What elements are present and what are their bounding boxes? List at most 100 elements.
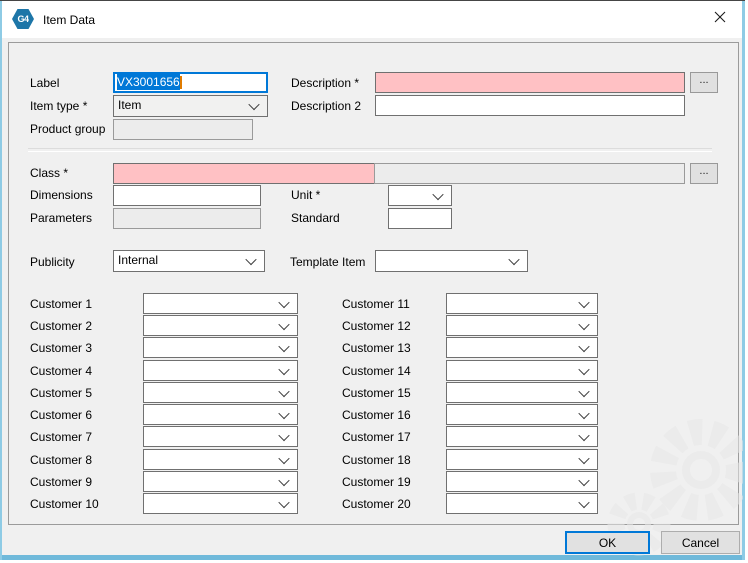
publicity-field-label: Publicity: [30, 255, 75, 269]
item-type-field-label: Item type *: [30, 99, 87, 113]
customer-11-select[interactable]: [446, 293, 598, 314]
customer-14-label: Customer 14: [342, 364, 411, 378]
description-input[interactable]: [375, 72, 685, 93]
customer-5-select[interactable]: [143, 382, 298, 403]
customer-19-label: Customer 19: [342, 475, 411, 489]
customer-10-label: Customer 10: [30, 497, 99, 511]
customer-18-label: Customer 18: [342, 453, 411, 467]
customer-11-label: Customer 11: [342, 297, 410, 311]
close-button[interactable]: [697, 1, 742, 32]
customer-16-label: Customer 16: [342, 408, 411, 422]
customer-19-select[interactable]: [446, 471, 598, 492]
unit-select[interactable]: [388, 185, 452, 206]
chevron-down-icon: [278, 296, 289, 307]
chevron-down-icon: [578, 385, 589, 396]
chevron-down-icon: [432, 188, 443, 199]
description2-field-label: Description 2: [291, 99, 361, 113]
customer-4-label: Customer 4: [30, 364, 92, 378]
customer-20-select[interactable]: [446, 493, 598, 514]
class-browse-button[interactable]: ...: [690, 163, 718, 184]
customer-1-label: Customer 1: [30, 297, 92, 311]
chevron-down-icon: [278, 363, 289, 374]
customer-15-select[interactable]: [446, 382, 598, 403]
window-title: Item Data: [43, 13, 95, 27]
customer-15-label: Customer 15: [342, 386, 411, 400]
customer-7-label: Customer 7: [30, 430, 92, 444]
customer-13-select[interactable]: [446, 337, 598, 358]
chevron-down-icon: [278, 385, 289, 396]
chevron-down-icon: [578, 474, 589, 485]
label-field-label: Label: [30, 76, 59, 90]
ok-button[interactable]: OK: [565, 531, 650, 554]
chevron-down-icon: [578, 363, 589, 374]
standard-field-label: Standard: [291, 211, 340, 225]
chevron-down-icon: [278, 452, 289, 463]
publicity-value: Internal: [118, 253, 158, 267]
template-item-field-label: Template Item: [290, 255, 365, 269]
customer-6-label: Customer 6: [30, 408, 92, 422]
customer-9-label: Customer 9: [30, 475, 92, 489]
chevron-down-icon: [248, 99, 259, 110]
customer-8-select[interactable]: [143, 449, 298, 470]
chevron-down-icon: [245, 254, 256, 265]
customer-5-label: Customer 5: [30, 386, 92, 400]
parameters-input: [113, 208, 261, 229]
description-browse-button[interactable]: ...: [690, 72, 718, 93]
chevron-down-icon: [578, 407, 589, 418]
chevron-down-icon: [578, 340, 589, 351]
title-bar: G4 Item Data: [2, 1, 742, 38]
item-type-value: Item: [118, 98, 141, 112]
class-name-input: [374, 163, 685, 184]
product-group-field-label: Product group: [30, 122, 105, 136]
item-type-select[interactable]: Item: [113, 95, 268, 117]
chevron-down-icon: [278, 429, 289, 440]
class-field-label: Class *: [30, 166, 68, 180]
close-icon: [714, 11, 726, 23]
chevron-down-icon: [278, 407, 289, 418]
product-group-input: [113, 119, 253, 140]
chevron-down-icon: [578, 452, 589, 463]
parameters-field-label: Parameters: [30, 211, 92, 225]
template-item-select[interactable]: [375, 250, 528, 272]
customer-18-select[interactable]: [446, 449, 598, 470]
customer-14-select[interactable]: [446, 360, 598, 381]
chevron-down-icon: [578, 318, 589, 329]
label-input-value: VX3001656: [117, 74, 180, 90]
customer-3-label: Customer 3: [30, 341, 92, 355]
chevron-down-icon: [278, 474, 289, 485]
dimensions-field-label: Dimensions: [30, 188, 93, 202]
chevron-down-icon: [578, 296, 589, 307]
customer-6-select[interactable]: [143, 404, 298, 425]
chevron-down-icon: [278, 340, 289, 351]
customer-4-select[interactable]: [143, 360, 298, 381]
customer-12-label: Customer 12: [342, 319, 411, 333]
section-divider: [28, 148, 712, 152]
class-code-input[interactable]: [113, 163, 375, 184]
customer-17-select[interactable]: [446, 426, 598, 447]
text-caret: [180, 76, 182, 89]
customer-17-label: Customer 17: [342, 430, 411, 444]
customer-13-label: Customer 13: [342, 341, 411, 355]
customer-3-select[interactable]: [143, 337, 298, 358]
standard-input[interactable]: [388, 208, 452, 229]
unit-field-label: Unit *: [291, 188, 320, 202]
label-input[interactable]: VX3001656: [113, 72, 268, 93]
cancel-button[interactable]: Cancel: [661, 531, 740, 554]
customer-1-select[interactable]: [143, 293, 298, 314]
customer-16-select[interactable]: [446, 404, 598, 425]
description2-input[interactable]: [375, 95, 685, 116]
chevron-down-icon: [278, 318, 289, 329]
app-logo-icon: G4: [12, 9, 34, 29]
chevron-down-icon: [578, 429, 589, 440]
chevron-down-icon: [578, 496, 589, 507]
customer-12-select[interactable]: [446, 315, 598, 336]
chevron-down-icon: [278, 496, 289, 507]
chevron-down-icon: [508, 254, 519, 265]
customer-7-select[interactable]: [143, 426, 298, 447]
customer-2-select[interactable]: [143, 315, 298, 336]
customer-9-select[interactable]: [143, 471, 298, 492]
customer-8-label: Customer 8: [30, 453, 92, 467]
publicity-select[interactable]: Internal: [113, 250, 265, 272]
customer-10-select[interactable]: [143, 493, 298, 514]
dimensions-input[interactable]: [113, 185, 261, 206]
